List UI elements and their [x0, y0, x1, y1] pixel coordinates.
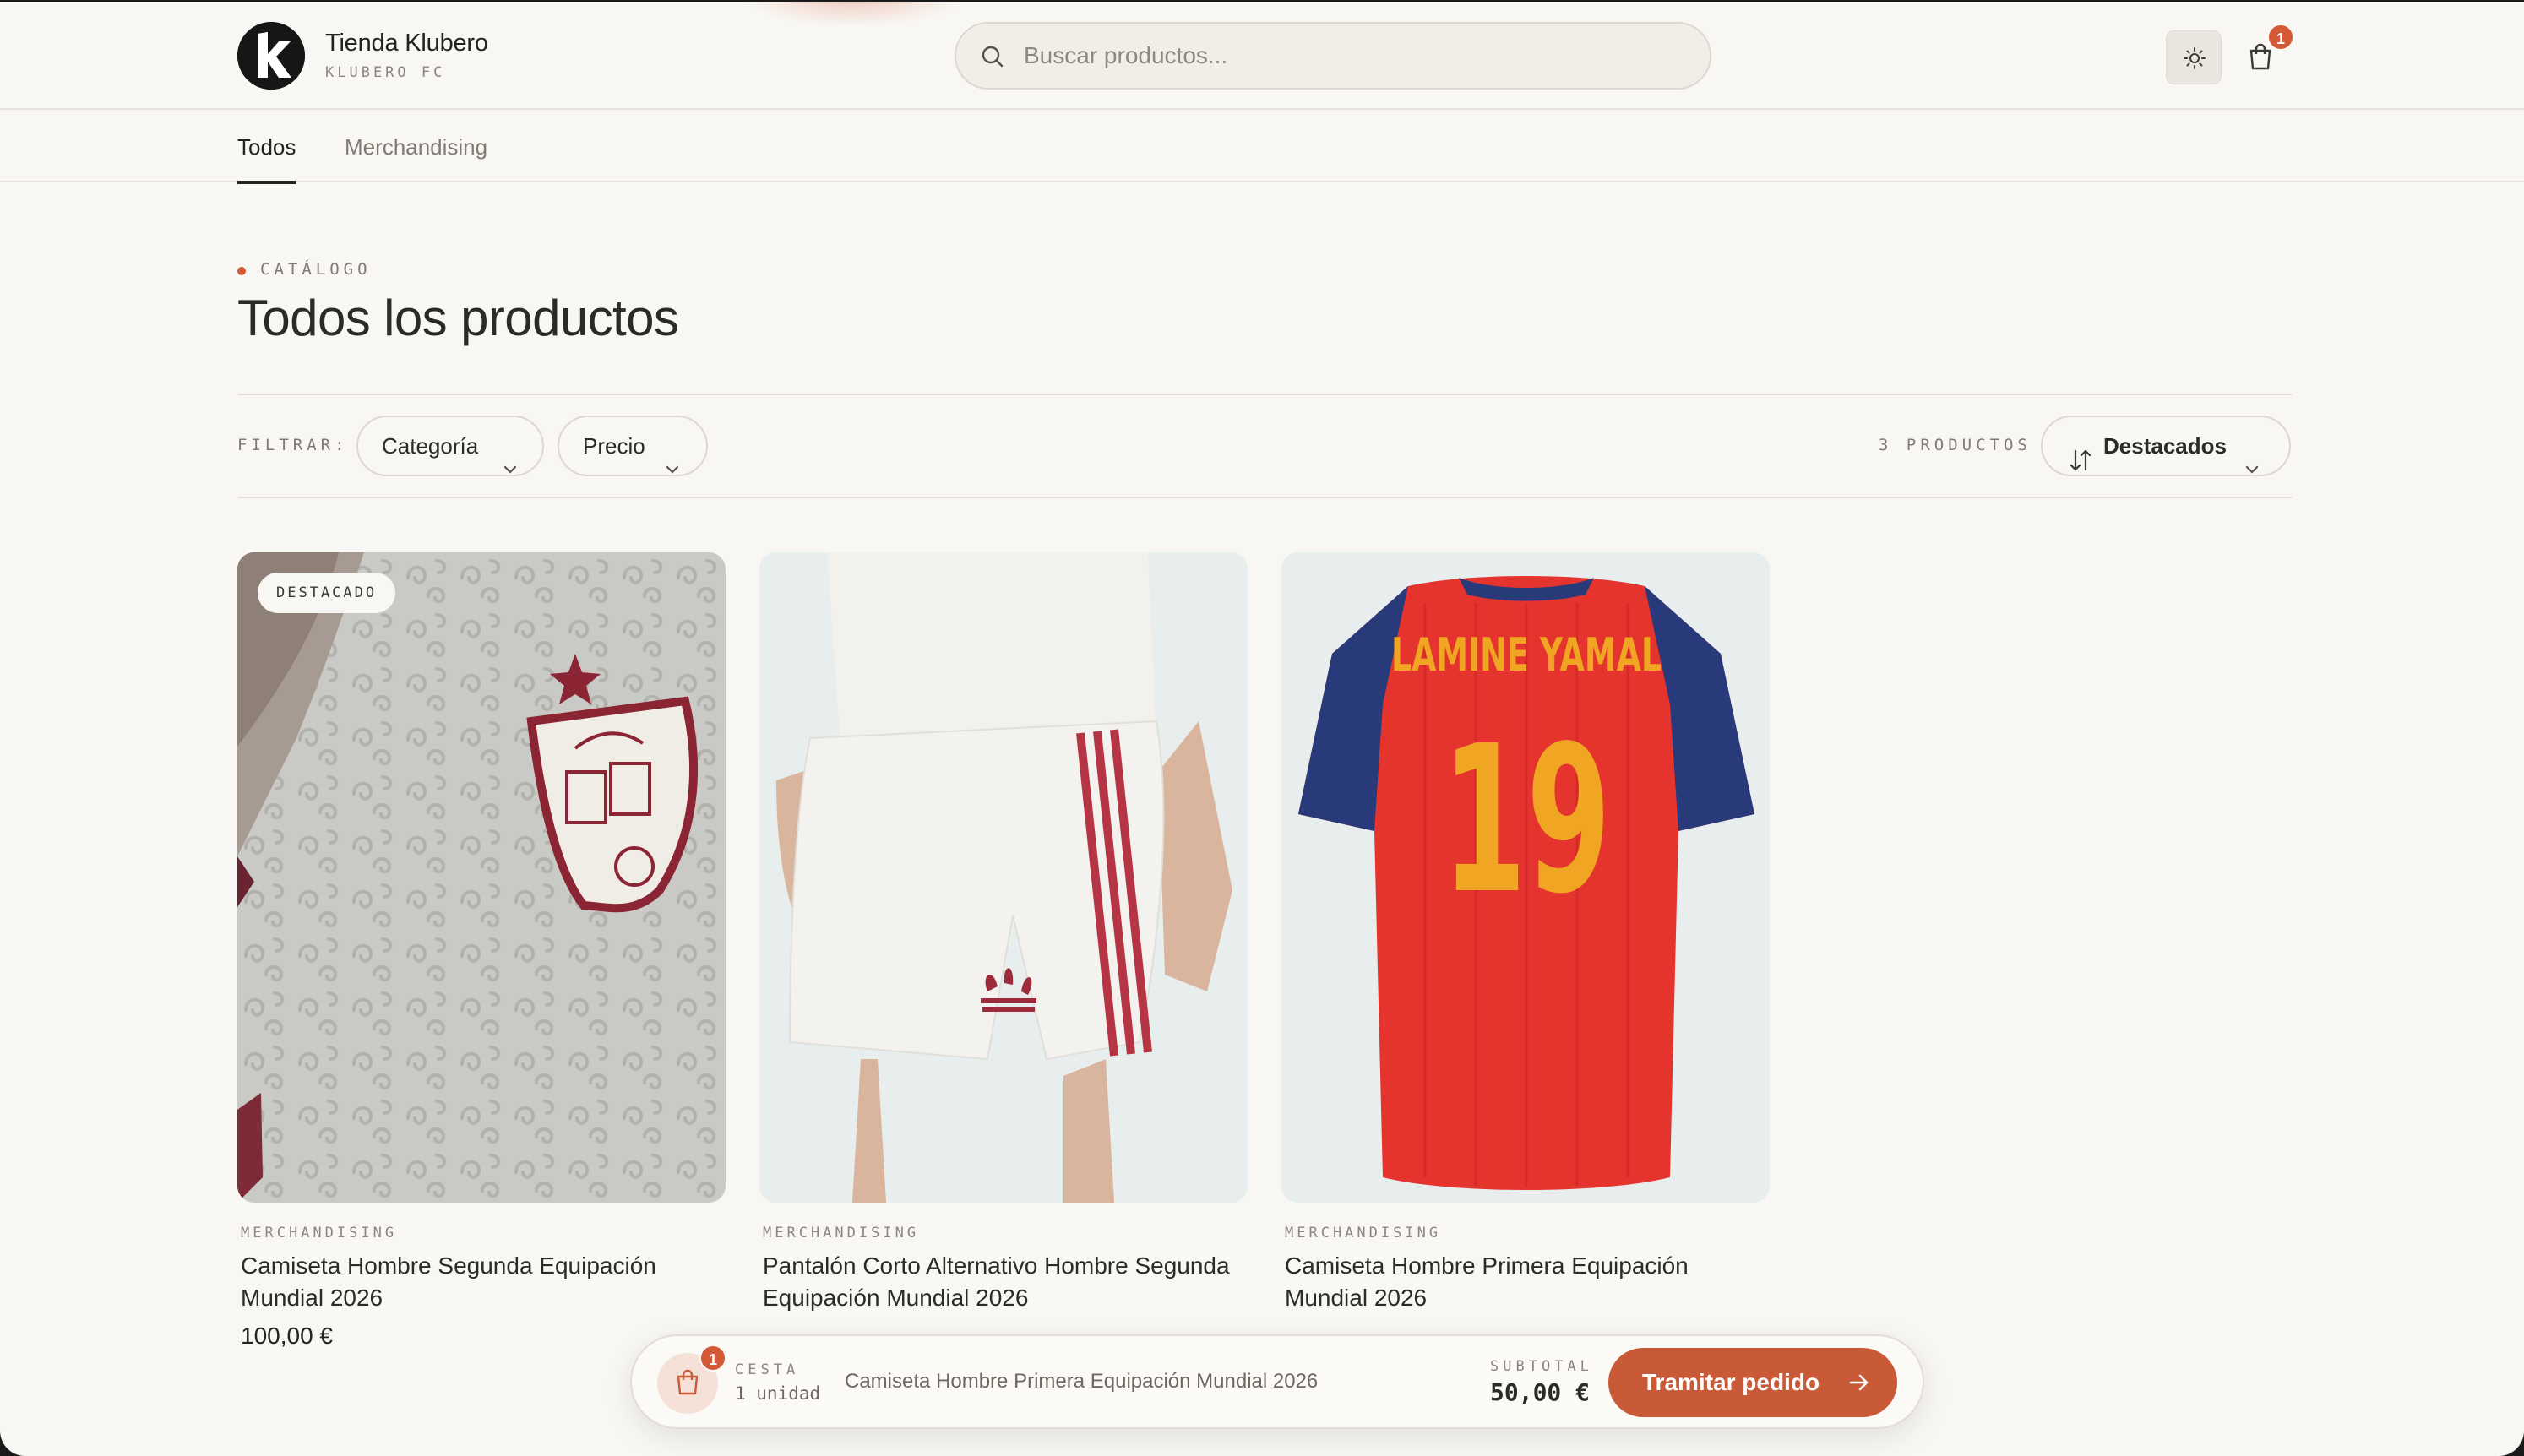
brand-logo[interactable]	[237, 22, 305, 90]
divider	[237, 394, 2292, 395]
product-image[interactable]: LAMINE YAMAL 19	[1281, 552, 1770, 1203]
checkout-label: Tramitar pedido	[1642, 1369, 1820, 1395]
product-card[interactable]: MERCHANDISING Pantalón Corto Alternativo…	[759, 552, 1248, 1314]
tab-merchandising[interactable]: Merchandising	[345, 111, 487, 182]
search-input[interactable]	[1024, 37, 1683, 74]
checkout-button[interactable]: Tramitar pedido	[1608, 1348, 1897, 1417]
jersey-number-text: 19	[1442, 702, 1611, 938]
tab-todos[interactable]: Todos	[237, 111, 296, 184]
subtotal-label: SUBTOTAL	[1490, 1358, 1593, 1375]
search-icon	[980, 44, 1005, 73]
cart-units: 1 unidad	[735, 1383, 821, 1404]
filter-label: FILTRAR:	[237, 436, 349, 454]
product-name[interactable]: Camiseta Hombre Primera Equipación Mundi…	[1285, 1250, 1758, 1314]
brand-name: Tienda Klubero	[325, 30, 488, 57]
eyebrow-dot	[237, 267, 246, 275]
jersey-name-text: LAMINE YAMAL	[1391, 628, 1662, 682]
chevron-down-icon	[2244, 439, 2260, 497]
search-bar[interactable]	[955, 22, 1711, 90]
price-filter-dropdown[interactable]: Precio	[558, 416, 708, 476]
product-image[interactable]: DESTACADO	[237, 552, 726, 1203]
theme-toggle-button[interactable]	[2166, 30, 2222, 84]
product-name[interactable]: Pantalón Corto Alternativo Hombre Segund…	[763, 1250, 1236, 1314]
product-name[interactable]: Camiseta Hombre Segunda Equipación Mundi…	[241, 1250, 714, 1314]
page-title: Todos los productos	[237, 290, 679, 346]
chevron-down-icon	[664, 439, 681, 497]
cart-bar-count-badge: 1	[699, 1345, 726, 1372]
category-filter-label: Categoría	[382, 433, 479, 459]
sort-arrows-icon	[2068, 436, 2093, 493]
sort-dropdown[interactable]: Destacados	[2041, 416, 2291, 476]
store-page: Tienda Klubero KLUBERO FC Buscar product…	[0, 2, 2524, 1456]
product-category: MERCHANDISING	[241, 1225, 398, 1241]
product-card[interactable]: LAMINE YAMAL 19 MERCHANDISING Camiseta H…	[1281, 552, 1770, 1314]
product-category: MERCHANDISING	[1285, 1225, 1442, 1241]
featured-badge: DESTACADO	[258, 573, 396, 613]
brand-subtitle: KLUBERO FC	[325, 64, 446, 81]
product-card[interactable]: DESTACADO MERCHANDISING Camiseta Hombre …	[237, 552, 726, 1350]
category-tabs: Todos Merchandising	[0, 111, 2524, 184]
cart-count-badge: 1	[2267, 24, 2294, 51]
category-filter-dropdown[interactable]: Categoría	[356, 416, 544, 476]
subtotal-value: 50,00 €	[1490, 1378, 1591, 1406]
cart-label: CESTA	[735, 1361, 800, 1378]
top-header: Tienda Klubero KLUBERO FC Buscar product…	[0, 2, 2524, 110]
price-filter-label: Precio	[583, 433, 645, 459]
sort-label: Destacados	[2103, 433, 2227, 459]
product-category: MERCHANDISING	[763, 1225, 920, 1241]
chevron-down-icon	[502, 439, 519, 497]
cart-summary-bar: 1 CESTA 1 unidad Camiseta Hombre Primera…	[630, 1334, 1924, 1429]
divider	[237, 497, 2292, 498]
catalog-eyebrow: CATÁLOGO	[260, 260, 372, 279]
product-image[interactable]	[759, 552, 1248, 1203]
product-count: 3 PRODUCTOS	[1879, 436, 2032, 454]
cart-item-name: Camiseta Hombre Primera Equipación Mundi…	[845, 1370, 1319, 1393]
